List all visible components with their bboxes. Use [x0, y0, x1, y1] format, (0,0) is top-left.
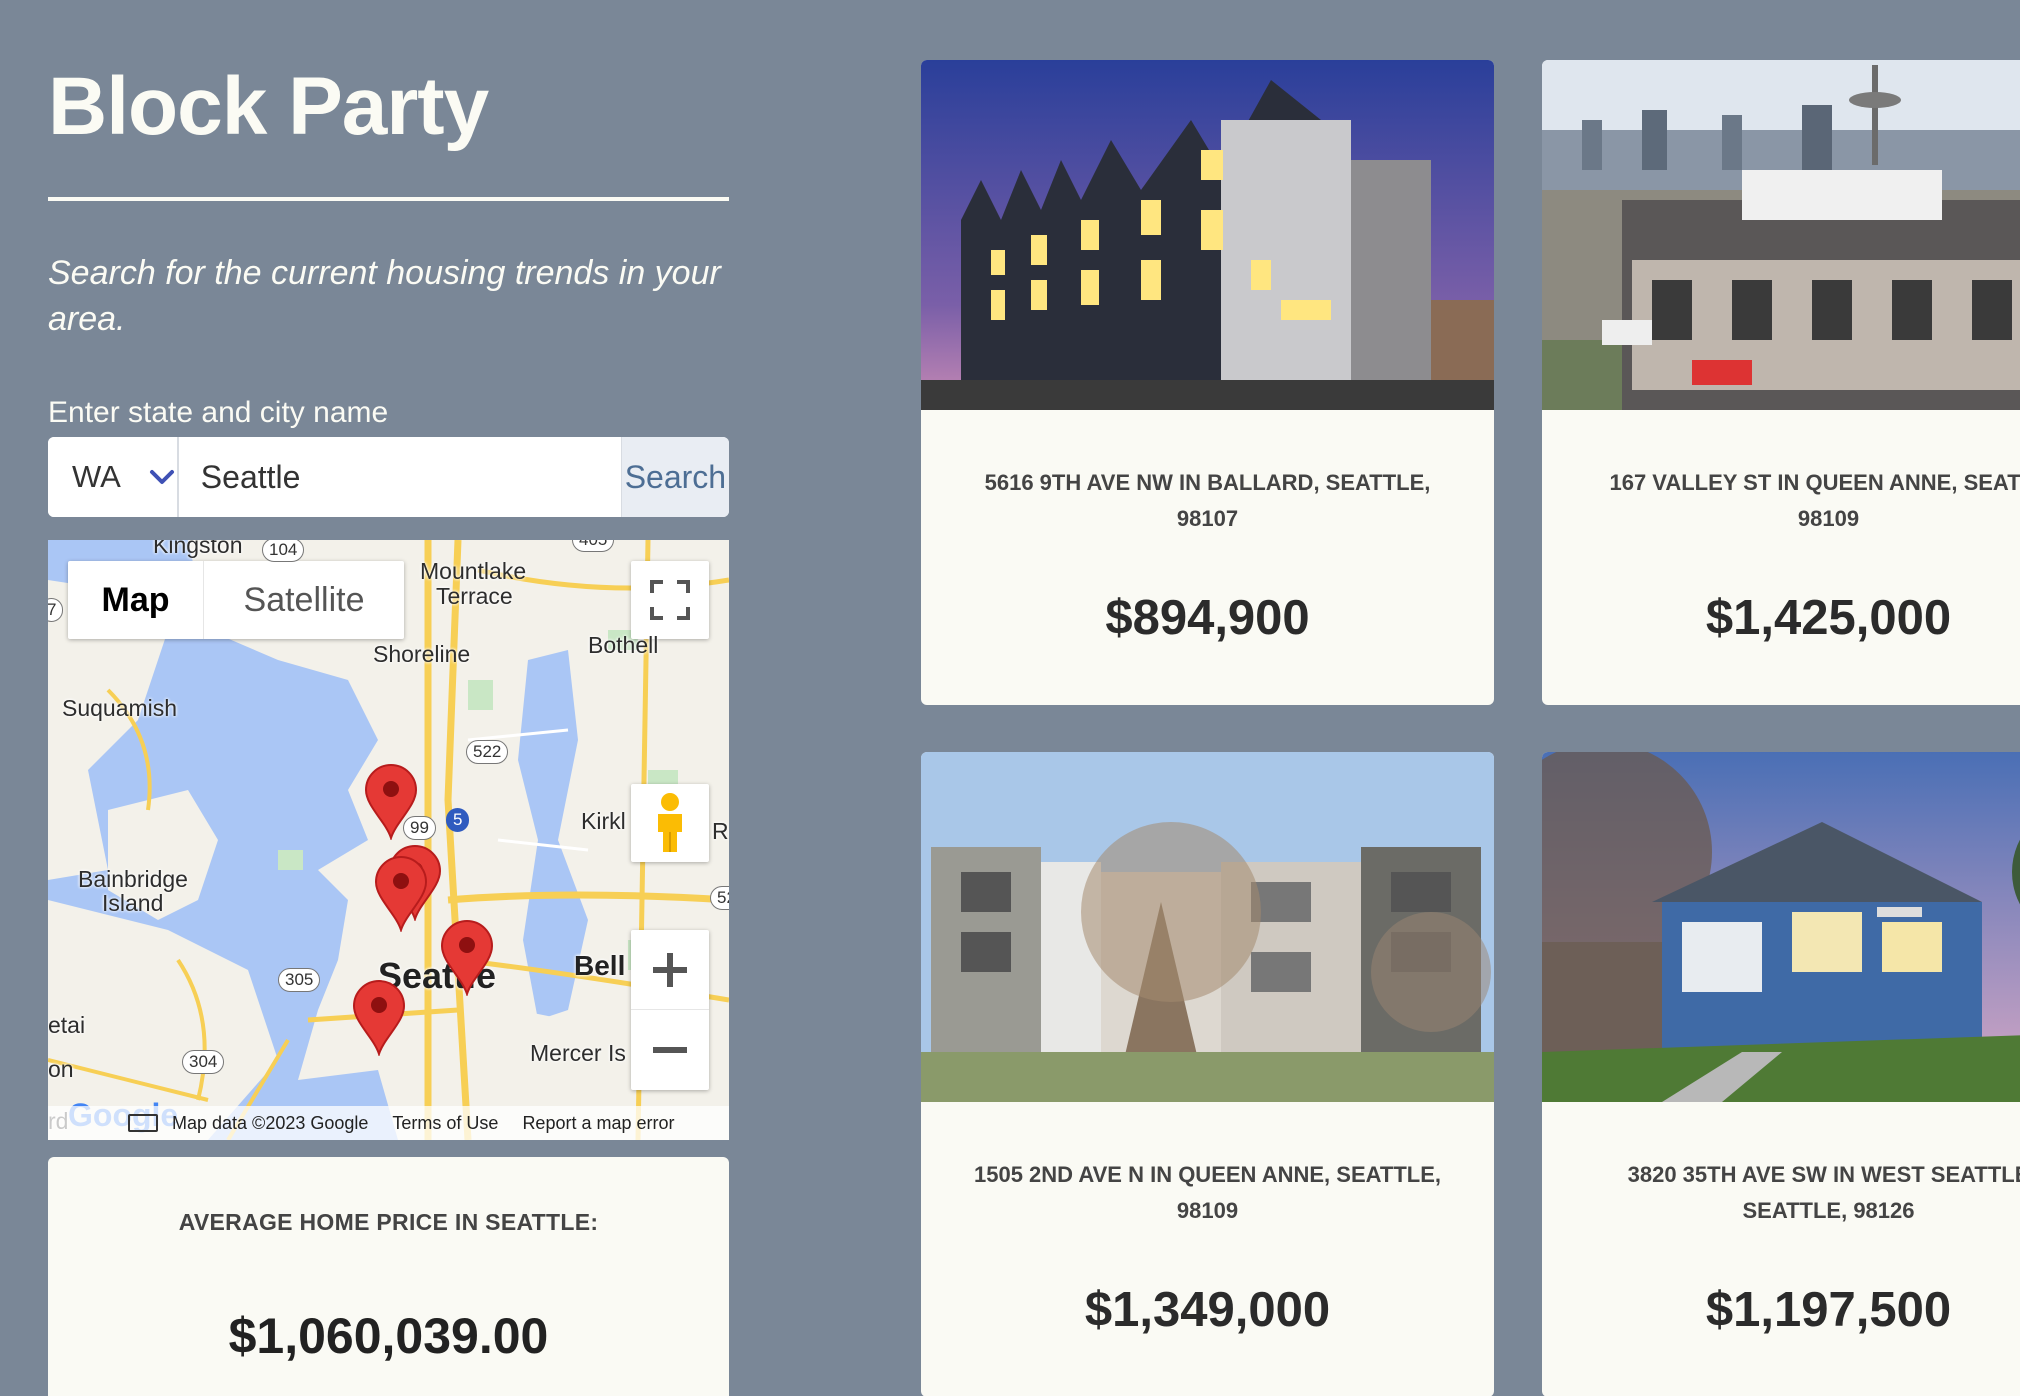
listing-photo — [1542, 752, 2020, 1102]
map-label-kirkland: Kirkl — [581, 808, 626, 834]
street-view-button[interactable] — [631, 784, 709, 862]
map-label-mercer: Mercer Is — [530, 1040, 626, 1066]
listing-photo — [921, 60, 1494, 410]
listing-address: 1505 2ND AVE N IN QUEEN ANNE, SEATTLE, 9… — [974, 1162, 1441, 1223]
minus-icon — [653, 1047, 687, 1053]
zoom-out-button[interactable] — [631, 1010, 709, 1090]
map-label-on: on — [48, 1056, 74, 1082]
map-label-bothell: Bothell — [588, 632, 659, 658]
pegman-icon — [658, 793, 682, 852]
zoom-control — [631, 930, 709, 1090]
listing-price: $1,197,500 — [1705, 1283, 1952, 1337]
highway-305: 305 — [278, 968, 321, 992]
listing-price: $1,425,000 — [1705, 591, 1952, 645]
listing-card[interactable]: 1505 2ND AVE N IN QUEEN ANNE, SEATTLE, 9… — [921, 752, 1494, 1396]
listing-photo — [921, 752, 1494, 1102]
search-label: Enter state and city name — [48, 396, 389, 429]
map-pin-icon[interactable] — [364, 764, 418, 840]
terms-of-use-link[interactable]: Terms of Use — [392, 1113, 498, 1134]
listing-photo — [1542, 60, 2020, 410]
highway-304: 304 — [182, 1050, 225, 1074]
title-divider — [48, 197, 729, 201]
fullscreen-icon — [650, 580, 690, 620]
map-label-kingston: Kingston — [153, 540, 243, 558]
highway-405: 405 — [572, 540, 615, 552]
search-button[interactable]: Search — [620, 437, 729, 517]
listing-card[interactable]: 5616 9TH AVE NW IN BALLARD, SEATTLE, 981… — [921, 60, 1494, 705]
app-title: Block Party — [48, 61, 489, 152]
map-label-suquamish: Suquamish — [62, 695, 178, 721]
city-input[interactable] — [178, 437, 621, 517]
average-price-label: AVERAGE HOME PRICE IN SEATTLE: — [178, 1209, 599, 1235]
average-price-card: AVERAGE HOME PRICE IN SEATTLE: $1,060,03… — [48, 1157, 729, 1396]
map-label-bellevue: Bell — [574, 950, 626, 981]
map[interactable]: Map Satellite Kingston Mountlake Terrace… — [48, 540, 729, 1140]
listing-address: 5616 9TH AVE NW IN BALLARD, SEATTLE, 981… — [984, 470, 1431, 531]
highway-522: 522 — [466, 740, 509, 764]
state-select[interactable]: WA — [48, 437, 179, 517]
map-type-satellite-button[interactable]: Satellite — [204, 561, 404, 639]
map-label-shoreline: Shoreline — [373, 641, 471, 667]
highway-52: 52 — [710, 886, 729, 910]
highway-104: 104 — [262, 540, 305, 562]
map-pin-icon[interactable] — [352, 980, 406, 1056]
map-type-control: Map Satellite — [68, 561, 404, 639]
listing-price: $1,349,000 — [1084, 1283, 1331, 1337]
map-label-etai: etai — [48, 1012, 86, 1038]
map-pin-icon[interactable] — [374, 856, 428, 932]
chevron-down-icon — [147, 462, 177, 492]
average-price-value: $1,060,039.00 — [228, 1308, 549, 1364]
state-value: WA — [72, 459, 121, 494]
map-footer: Map data ©2023 Google Terms of Use Repor… — [48, 1106, 729, 1140]
map-label-redmond: Rec — [712, 818, 729, 844]
listing-card[interactable]: 3820 35TH AVE SW IN WEST SEATTLE SEATTLE… — [1542, 752, 2020, 1396]
plus-icon — [653, 952, 687, 987]
listing-address: 167 VALLEY ST IN QUEEN ANNE, SEATTL 9810… — [1609, 470, 2020, 531]
report-map-error-link[interactable]: Report a map error — [522, 1113, 674, 1134]
zoom-in-button[interactable] — [631, 930, 709, 1010]
fullscreen-button[interactable] — [631, 561, 709, 639]
keyboard-icon[interactable] — [128, 1114, 158, 1132]
map-type-map-button[interactable]: Map — [68, 561, 204, 639]
tagline: Search for the current housing trends in… — [48, 254, 721, 338]
listing-address: 3820 35TH AVE SW IN WEST SEATTLE SEATTLE… — [1627, 1162, 2020, 1223]
listing-price: $894,900 — [1105, 591, 1310, 645]
map-pin-icon[interactable] — [440, 920, 494, 996]
map-label-terrace: Terrace — [436, 583, 513, 609]
search-bar: WA Search — [48, 437, 729, 517]
listing-card[interactable]: 167 VALLEY ST IN QUEEN ANNE, SEATTL 9810… — [1542, 60, 2020, 705]
map-label-bainbridge: Bainbridge — [78, 866, 188, 892]
map-data-attribution: Map data ©2023 Google — [172, 1112, 369, 1133]
map-label-mountlake: Mountlake — [420, 558, 527, 584]
map-label-island: Island — [102, 890, 164, 916]
